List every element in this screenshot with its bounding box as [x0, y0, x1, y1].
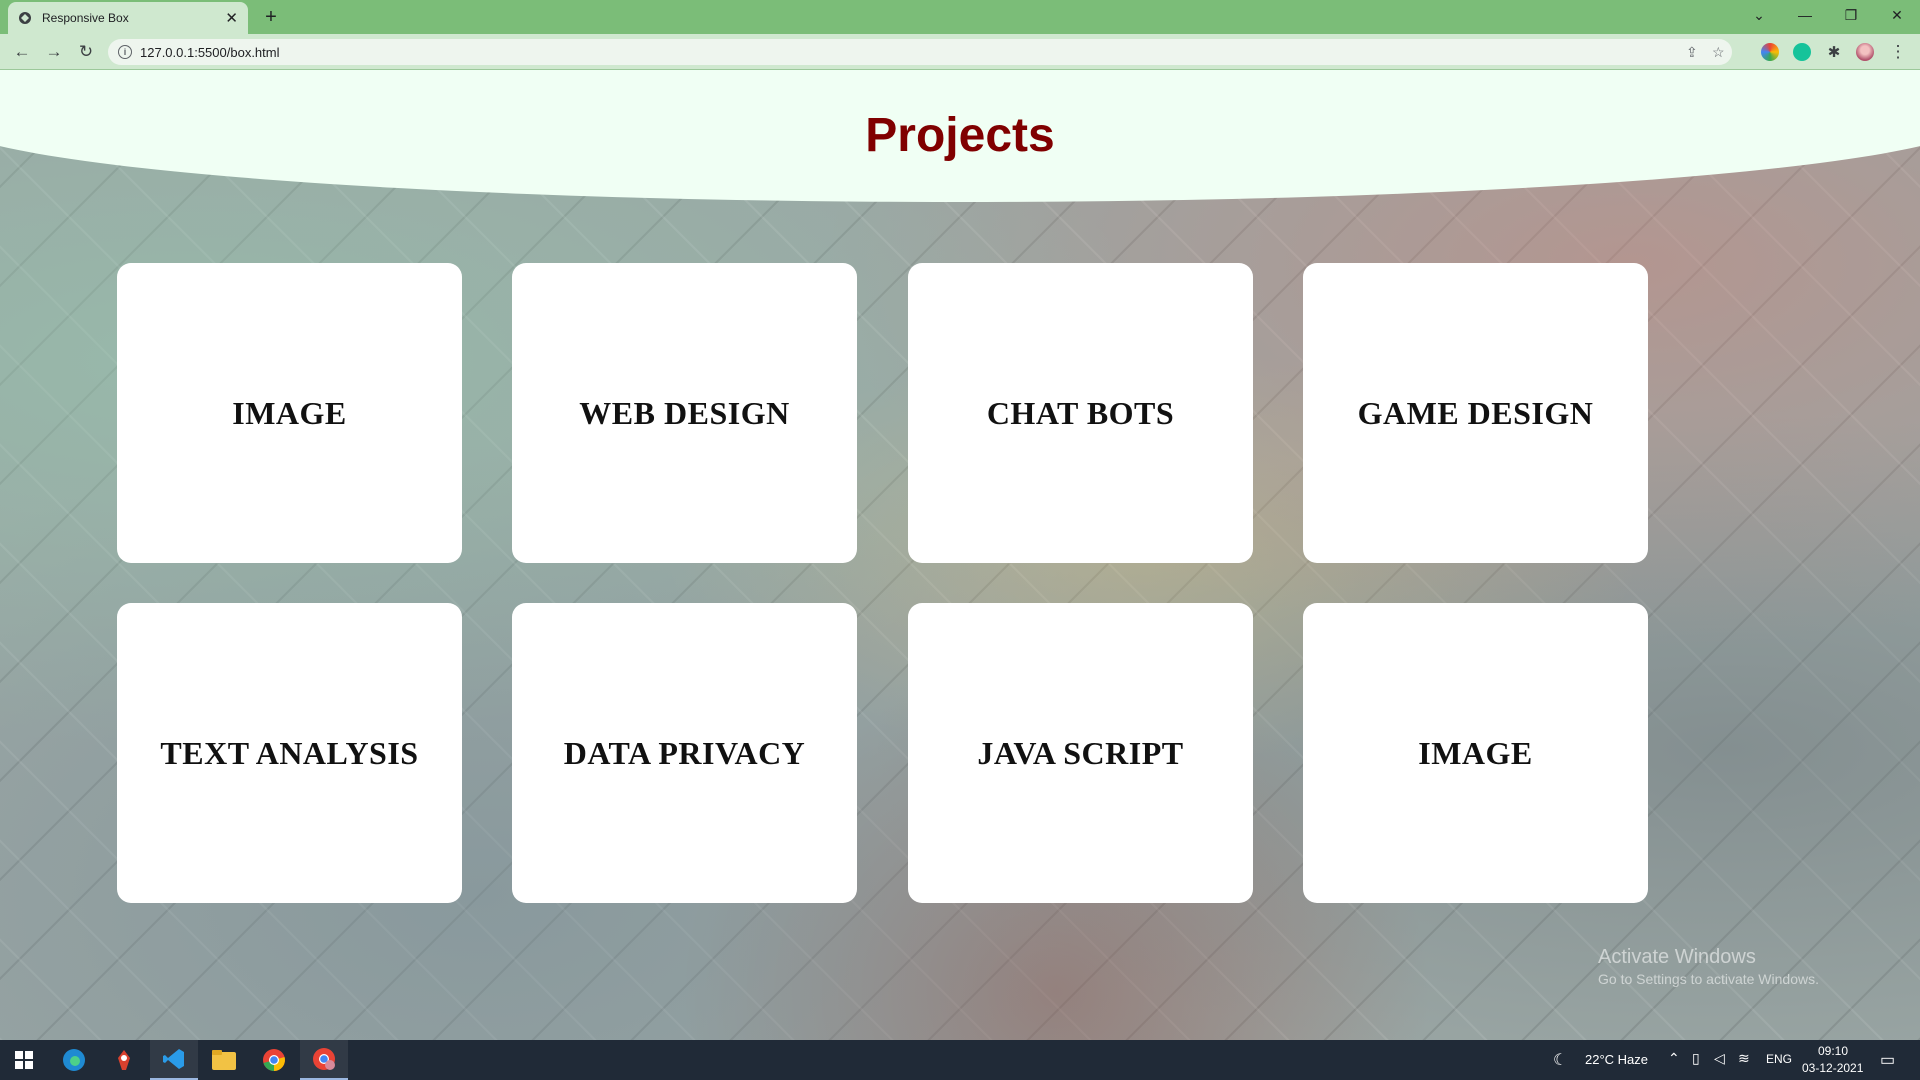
edge-icon[interactable] — [50, 1040, 98, 1080]
minimize-button[interactable]: — — [1782, 0, 1828, 30]
close-window-button[interactable]: ✕ — [1874, 0, 1920, 30]
volume-icon[interactable]: ◁ — [1714, 1050, 1725, 1067]
clock-date[interactable]: 03-12-2021 — [1802, 1061, 1863, 1075]
watermark-title: Activate Windows — [1598, 946, 1756, 968]
project-card-image[interactable]: IMAGE — [117, 263, 462, 563]
windows-start-icon[interactable] — [0, 1040, 48, 1080]
card-label: JAVA SCRIPT — [977, 734, 1184, 771]
weather-text[interactable]: 22°C Haze — [1585, 1052, 1648, 1067]
chevron-up-icon[interactable]: ⌃ — [1668, 1050, 1680, 1067]
project-card-java-script[interactable]: JAVA SCRIPT — [908, 603, 1253, 903]
back-button[interactable]: ← — [10, 40, 34, 64]
browser-menu-icon[interactable]: ⋮ — [1886, 40, 1910, 64]
file-explorer-icon[interactable] — [200, 1040, 248, 1080]
page-background: Projects IMAGE WEB DESIGN CHAT BOTS GAME… — [0, 70, 1920, 1040]
notifications-icon[interactable]: ▭ — [1880, 1050, 1895, 1070]
card-label: DATA PRIVACY — [563, 734, 806, 771]
close-tab-icon[interactable]: ✕ — [225, 9, 238, 27]
project-card-web-design[interactable]: WEB DESIGN — [512, 263, 857, 563]
browser-tab[interactable]: Responsive Box ✕ — [8, 2, 248, 34]
project-card-game-design[interactable]: GAME DESIGN — [1303, 263, 1648, 563]
language-indicator[interactable]: ENG — [1766, 1052, 1792, 1066]
card-label: IMAGE — [1418, 734, 1533, 771]
tab-title: Responsive Box — [42, 11, 129, 25]
url-text: 127.0.0.1:5500/box.html — [140, 44, 280, 60]
grammarly-icon[interactable] — [1793, 43, 1811, 61]
globe-icon — [19, 12, 31, 24]
new-tab-button[interactable]: + — [258, 4, 284, 30]
watermark-subtitle: Go to Settings to activate Windows. — [1598, 971, 1819, 987]
tab-search-icon[interactable]: ⌄ — [1736, 0, 1782, 30]
card-label: WEB DESIGN — [579, 394, 790, 431]
chrome-icon[interactable] — [250, 1040, 298, 1080]
app-feather-icon[interactable] — [100, 1040, 148, 1080]
browser-tab-bar: Responsive Box ✕ + ⌄ — ❐ ✕ — [0, 0, 1920, 34]
share-icon[interactable]: ⇪ — [1686, 39, 1698, 65]
profile-avatar[interactable] — [1856, 43, 1874, 61]
project-card-image-2[interactable]: IMAGE — [1303, 603, 1648, 903]
card-label: CHAT BOTS — [986, 394, 1175, 431]
windows-taskbar: ☾ 22°C Haze ⌃ ▯ ◁ ≋ ENG 09:10 03-12-2021… — [0, 1040, 1920, 1080]
battery-icon[interactable]: ▯ — [1692, 1050, 1700, 1067]
color-extension-icon[interactable] — [1761, 43, 1779, 61]
browser-toolbar: ← → ↻ i 127.0.0.1:5500/box.html ⇪ ☆ ✱ ⋮ — [0, 34, 1920, 70]
restore-button[interactable]: ❐ — [1828, 0, 1874, 30]
vscode-icon[interactable] — [150, 1040, 198, 1080]
weather-moon-icon[interactable]: ☾ — [1553, 1050, 1567, 1070]
card-label: IMAGE — [232, 394, 347, 431]
card-label: GAME DESIGN — [1357, 394, 1594, 431]
project-card-text-analysis[interactable]: TEXT ANALYSIS — [117, 603, 462, 903]
address-bar[interactable]: i 127.0.0.1:5500/box.html ⇪ ☆ — [108, 39, 1732, 65]
site-info-icon[interactable]: i — [118, 45, 132, 59]
wifi-icon[interactable]: ≋ — [1738, 1050, 1750, 1067]
reload-button[interactable]: ↻ — [74, 40, 98, 64]
bookmark-star-icon[interactable]: ☆ — [1712, 39, 1725, 65]
extensions-puzzle-icon[interactable]: ✱ — [1822, 40, 1846, 64]
clock-time[interactable]: 09:10 — [1818, 1044, 1848, 1058]
activation-watermark: Activate Windows Go to Settings to activ… — [1598, 946, 1819, 987]
chrome-profile-icon[interactable] — [300, 1040, 348, 1080]
card-label: TEXT ANALYSIS — [160, 734, 419, 771]
forward-button[interactable]: → — [42, 40, 66, 64]
project-card-chat-bots[interactable]: CHAT BOTS — [908, 263, 1253, 563]
page-title: Projects — [865, 109, 1055, 162]
project-card-data-privacy[interactable]: DATA PRIVACY — [512, 603, 857, 903]
